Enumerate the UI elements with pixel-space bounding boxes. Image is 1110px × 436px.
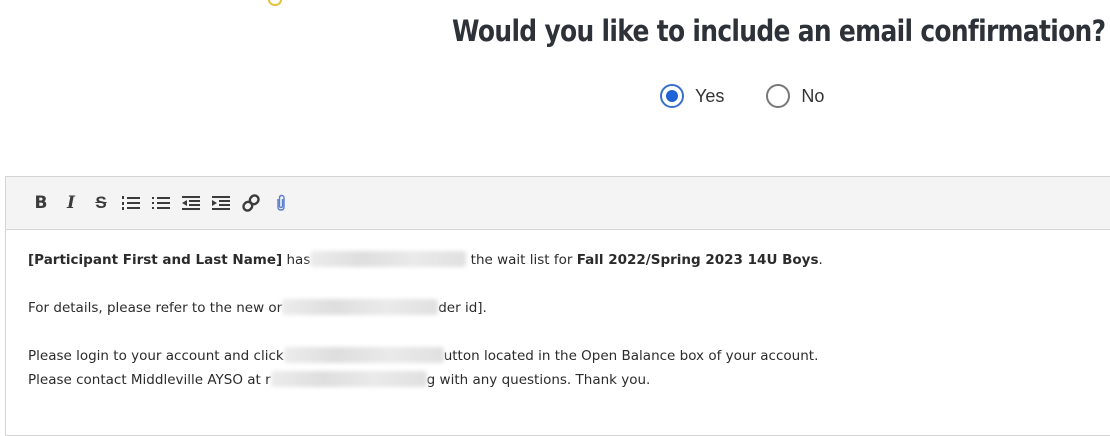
editor-toolbar: B I S	[6, 177, 1110, 230]
line1-end: .	[818, 252, 823, 268]
paperclip-icon	[277, 194, 285, 211]
ordered-list-button[interactable]	[116, 188, 146, 218]
attachment-button[interactable]	[266, 188, 296, 218]
line3-text-b: utton located in the Open Balance box of…	[443, 348, 819, 364]
line1-text-b: the wait list for	[466, 252, 577, 268]
page-title: Would you like to include an email confi…	[452, 14, 1106, 48]
line2-text-b: der id].	[438, 300, 487, 316]
italic-icon: I	[67, 193, 75, 213]
line4-text-b: g with any questions. Thank you.	[426, 372, 651, 388]
outdent-button[interactable]	[176, 188, 206, 218]
italic-button[interactable]: I	[56, 188, 86, 218]
ordered-list-icon	[122, 196, 140, 210]
link-button[interactable]	[236, 188, 266, 218]
radio-no[interactable]: No	[766, 84, 824, 108]
radio-yes-control[interactable]	[660, 84, 684, 108]
radio-yes-label: Yes	[695, 85, 725, 106]
email-line-2: For details, please refer to the new or d…	[28, 296, 1092, 320]
email-line-1: [Participant First and Last Name] has th…	[28, 248, 1092, 272]
email-line-4: Please contact Middleville AYSO at r g wi…	[28, 368, 1092, 392]
redacted-text	[270, 371, 427, 387]
link-icon	[242, 194, 260, 212]
radio-yes[interactable]: Yes	[660, 84, 724, 108]
strikethrough-icon: S	[95, 193, 107, 212]
redacted-text	[310, 251, 467, 267]
radio-selected-dot	[666, 90, 678, 102]
program-name: Fall 2022/Spring 2023 14U Boys	[576, 252, 819, 268]
email-confirmation-radio-group: Yes No	[660, 84, 824, 108]
bold-icon: B	[34, 193, 48, 213]
editor-content[interactable]: [Participant First and Last Name] has th…	[6, 230, 1110, 410]
line2-text-a: For details, please refer to the new or	[28, 300, 283, 316]
email-line-3: Please login to your account and click ut…	[28, 344, 1092, 368]
outdent-icon	[182, 196, 200, 210]
radio-no-control[interactable]	[766, 84, 791, 108]
bold-button[interactable]: B	[26, 188, 56, 218]
line1-text-a: has	[282, 252, 311, 268]
redacted-text	[283, 347, 444, 363]
rich-text-editor: B I S [Participant First and Last Name] …	[5, 176, 1110, 436]
indent-button[interactable]	[206, 188, 236, 218]
strikethrough-button[interactable]: S	[86, 188, 116, 218]
line3-text-a: Please login to your account and click	[28, 348, 284, 364]
participant-name-placeholder: [Participant First and Last Name]	[28, 252, 283, 268]
redacted-text	[282, 299, 439, 315]
bullet-list-button[interactable]	[146, 188, 176, 218]
bullet-list-icon	[152, 197, 170, 209]
line4-text-a: Please contact Middleville AYSO at r	[28, 372, 271, 388]
radio-no-label: No	[801, 85, 825, 106]
indent-icon	[212, 196, 230, 210]
decorative-ring	[268, 0, 282, 6]
